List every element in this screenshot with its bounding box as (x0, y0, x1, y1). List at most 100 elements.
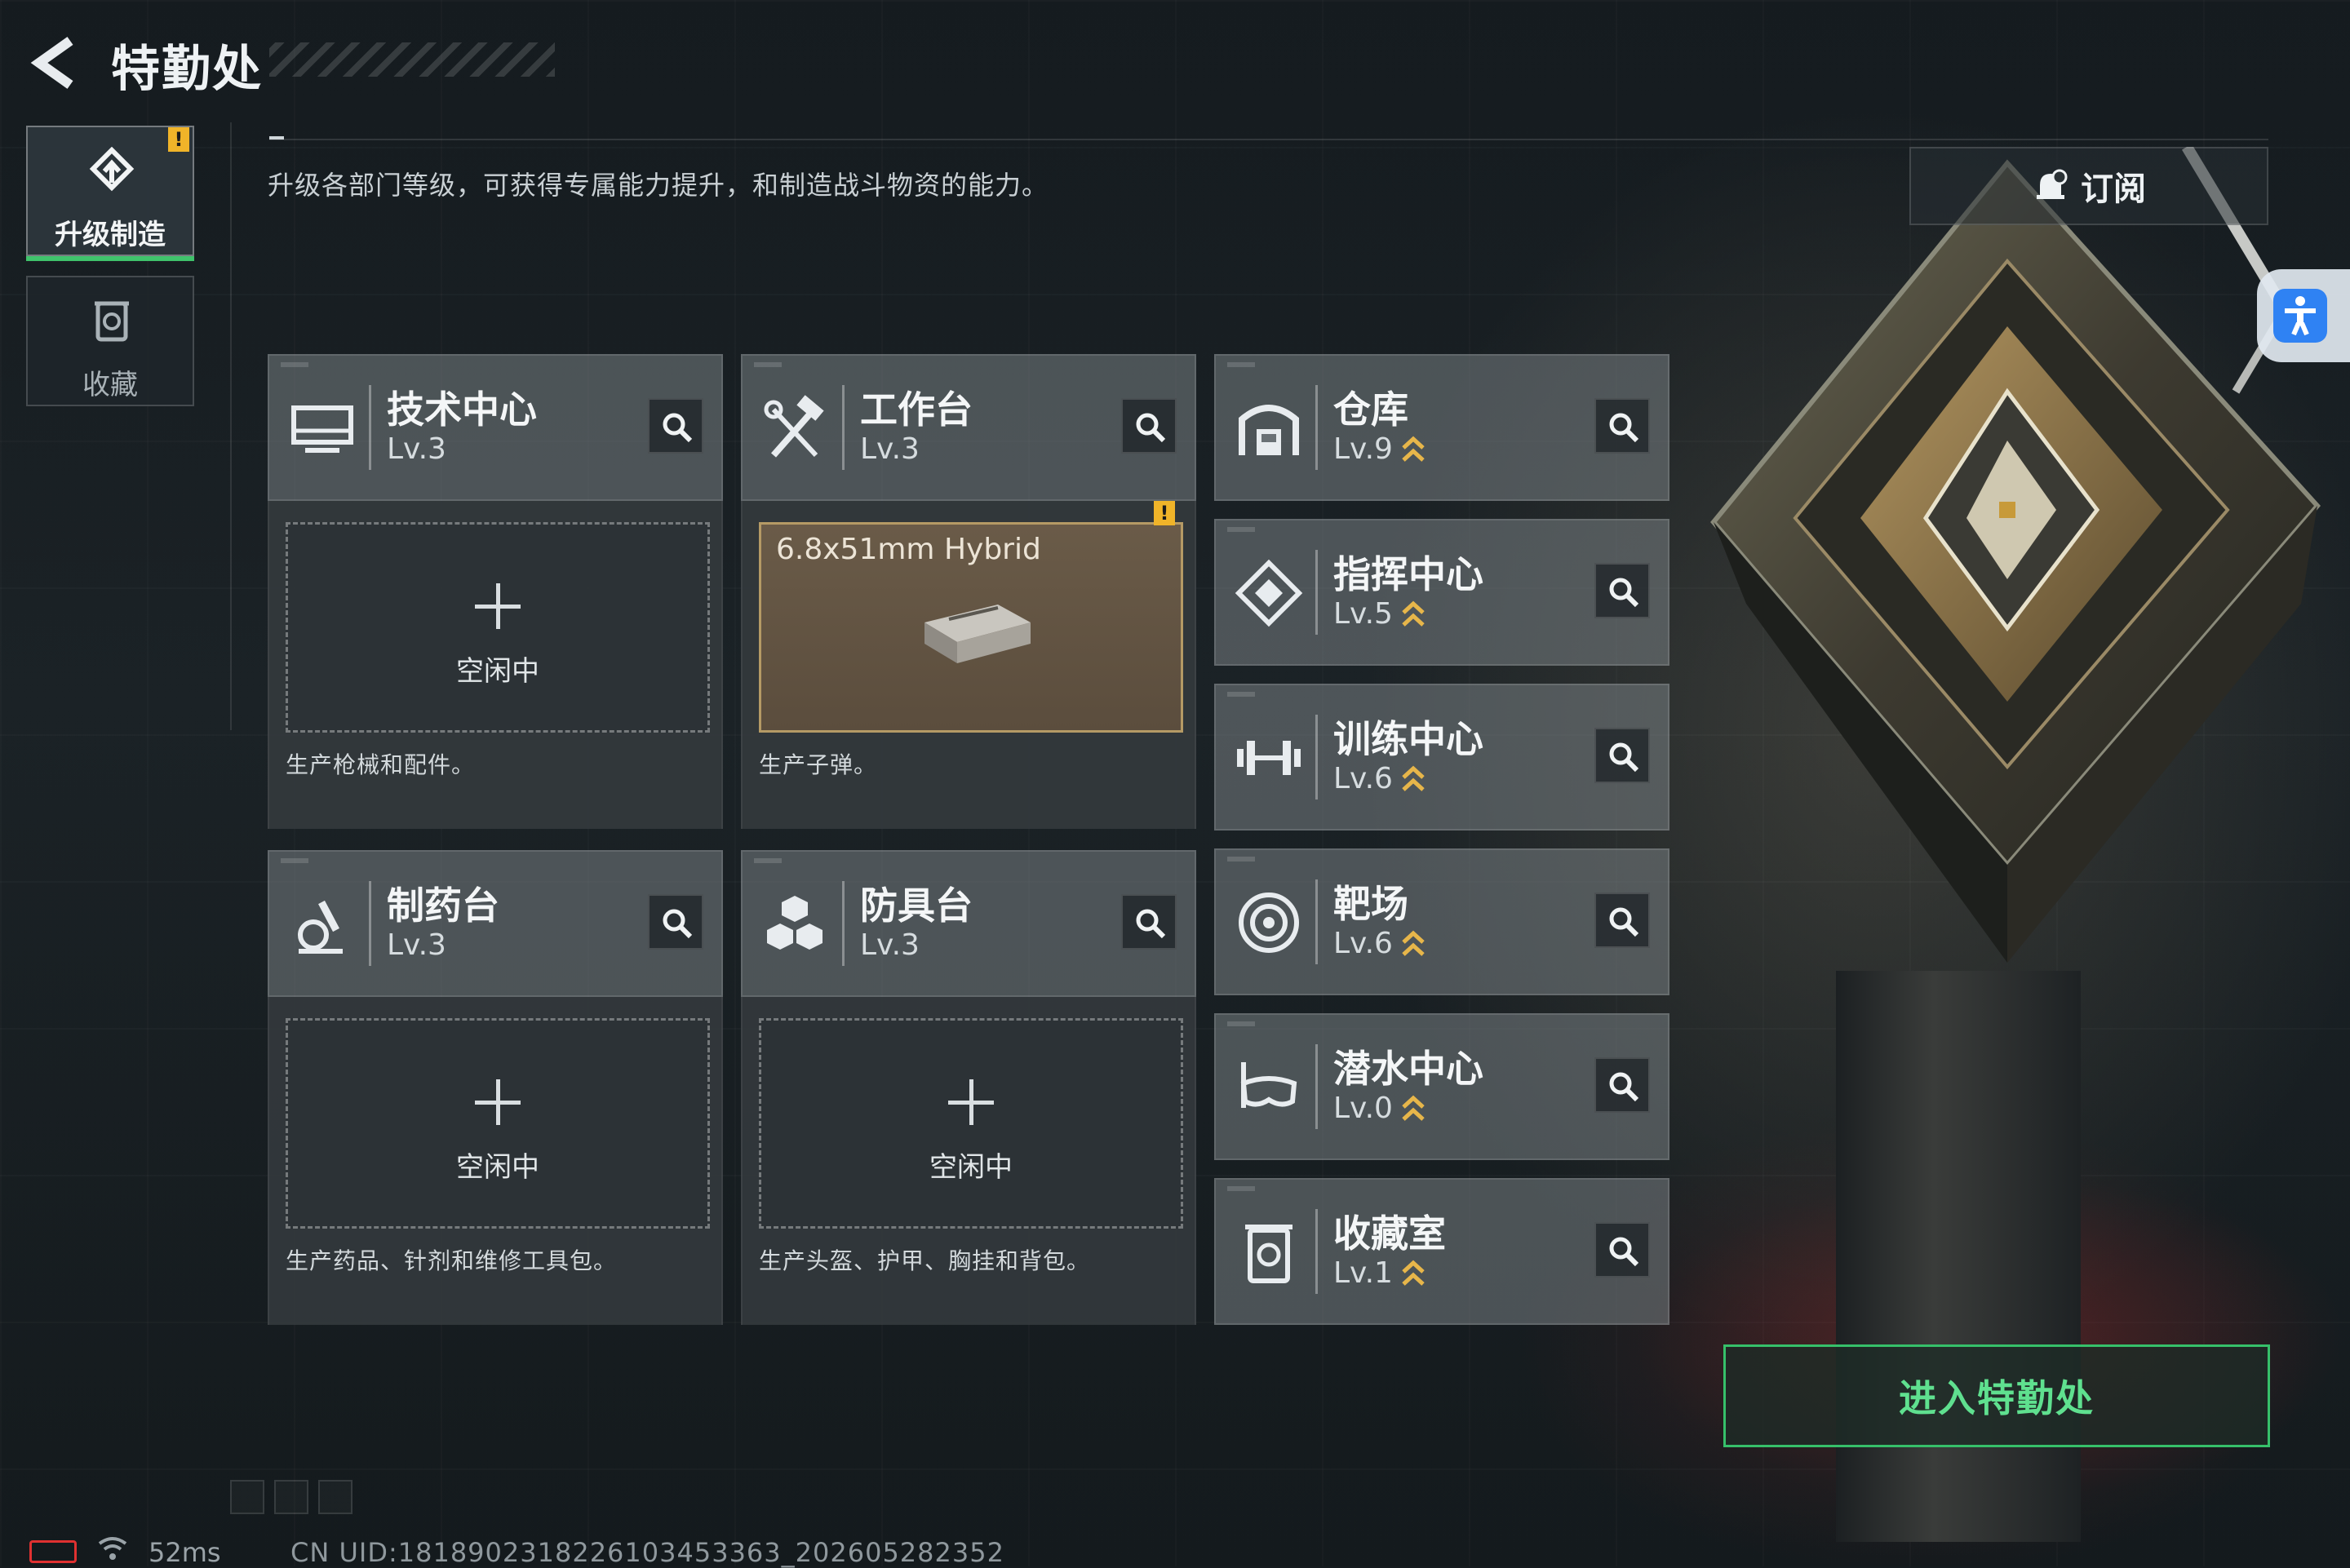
header-divider (269, 139, 2268, 140)
search-icon (1136, 413, 1166, 443)
station-panel-workbench: 6.8x51mm Hybrid ! 生产子弹。 (741, 501, 1196, 829)
search-icon (1609, 578, 1639, 608)
station-card-diving-center[interactable]: 潜水中心 Lv.0 (1214, 1013, 1669, 1160)
inspect-button[interactable] (1594, 398, 1650, 454)
inspect-button[interactable] (1594, 728, 1650, 783)
station-panel-armor-bench: 空闲中 生产头盔、护甲、胸挂和背包。 (741, 997, 1196, 1325)
station-card-warehouse[interactable]: 仓库 Lv.9 (1214, 354, 1669, 501)
subscribe-button[interactable]: 订阅 (1909, 147, 2268, 225)
upgrade-available-icon (1402, 600, 1425, 627)
collection-jar-icon (1245, 1225, 1292, 1283)
content-rail (230, 122, 232, 730)
card-separator (1315, 550, 1318, 635)
card-separator (1315, 385, 1318, 470)
card-separator (369, 881, 371, 966)
card-ticker (1227, 1021, 1255, 1026)
station-name: 技术中心 (387, 388, 537, 432)
ammo-box-icon (924, 605, 1031, 663)
monitor-icon (291, 405, 353, 453)
station-level-row: Lv.6 (1333, 762, 1426, 795)
card-ticker (754, 858, 782, 863)
inspect-button[interactable] (1594, 1222, 1650, 1278)
production-slot-empty[interactable]: 空闲中 (759, 1018, 1183, 1229)
title-decoration (269, 42, 555, 77)
station-level: Lv.3 (860, 928, 920, 962)
inspect-button[interactable] (648, 894, 703, 950)
station-level-row: Lv.3 (860, 928, 920, 962)
diving-mask-icon (1240, 1062, 1297, 1108)
upgrade-available-icon (1402, 765, 1425, 791)
inspect-button[interactable] (648, 398, 703, 454)
decorative-squares (230, 1480, 352, 1514)
card-separator (1315, 715, 1318, 800)
alert-badge: ! (1154, 501, 1175, 525)
production-slot-empty[interactable]: 空闲中 (286, 522, 710, 733)
tab-upgrade-craft[interactable]: 升级制造 ! (26, 126, 194, 261)
inspect-button[interactable] (1594, 1057, 1650, 1113)
search-icon (1609, 1237, 1639, 1267)
inspect-button[interactable] (1121, 894, 1177, 950)
card-ticker (1227, 692, 1255, 697)
alert-badge: ! (168, 127, 189, 152)
station-card-command-center[interactable]: 指挥中心 Lv.5 (1214, 519, 1669, 666)
card-ticker (1227, 857, 1255, 862)
back-arrow-icon[interactable] (28, 34, 85, 91)
production-slot-active[interactable]: 6.8x51mm Hybrid (759, 522, 1183, 733)
wifi-icon (98, 1537, 127, 1560)
station-card-workbench[interactable]: 工作台 Lv.3 (741, 354, 1196, 501)
station-level: Lv.6 (1333, 762, 1393, 795)
slot-status: 空闲中 (929, 1151, 1013, 1184)
card-separator (1315, 1044, 1318, 1129)
station-card-pharmacy[interactable]: 制药台 Lv.3 (268, 850, 723, 997)
station-level: Lv.0 (1333, 1092, 1393, 1125)
station-card-tech-center[interactable]: 技术中心 Lv.3 (268, 354, 723, 501)
station-level-row: Lv.6 (1333, 927, 1426, 960)
station-level-row: Lv.9 (1333, 432, 1426, 466)
hammer-wrench-icon (764, 395, 824, 458)
card-ticker (1227, 527, 1255, 532)
station-name: 收藏室 (1333, 1211, 1446, 1256)
search-icon (1609, 413, 1639, 443)
station-card-armor-bench[interactable]: 防具台 Lv.3 (741, 850, 1196, 997)
card-separator (842, 385, 845, 470)
plus-icon (948, 1079, 994, 1125)
crafting-item-name: 6.8x51mm Hybrid (776, 533, 1041, 566)
station-name: 制药台 (387, 884, 499, 928)
inspect-button[interactable] (1594, 563, 1650, 618)
production-slot-empty[interactable]: 空闲中 (286, 1018, 710, 1229)
station-level: Lv.9 (1333, 432, 1393, 466)
upgrade-available-icon (1402, 436, 1425, 462)
tab-collection[interactable]: 收藏 (26, 276, 194, 406)
page-title: 特勤处 (111, 41, 263, 98)
plus-icon (475, 1079, 521, 1125)
card-separator (369, 385, 371, 470)
station-description: 生产子弹。 (759, 751, 878, 778)
slot-status: 空闲中 (456, 655, 539, 688)
battery-icon (29, 1540, 77, 1563)
search-icon (663, 413, 693, 443)
upgrade-available-icon (1402, 1095, 1425, 1121)
header-divider-mark (269, 136, 284, 140)
station-card-collection-room[interactable]: 收藏室 Lv.1 (1214, 1178, 1669, 1325)
station-level-row: Lv.5 (1333, 597, 1426, 631)
search-icon (1609, 742, 1639, 773)
station-card-training-center[interactable]: 训练中心 Lv.6 (1214, 684, 1669, 831)
search-icon (1609, 907, 1639, 937)
active-tab-indicator (26, 256, 194, 261)
ping-indicator: 52ms (149, 1537, 221, 1568)
station-name: 工作台 (860, 388, 973, 432)
station-card-shooting-range[interactable]: 靶场 Lv.6 (1214, 848, 1669, 995)
slot-status: 空闲中 (456, 1151, 539, 1184)
card-separator (842, 881, 845, 966)
inspect-button[interactable] (1594, 893, 1650, 948)
storage-icon (1239, 405, 1299, 455)
enter-special-ops-button[interactable]: 进入特勤处 (1723, 1344, 2270, 1447)
accessibility-button[interactable] (2257, 269, 2350, 362)
enter-button-label: 进入特勤处 (1899, 1376, 2095, 1420)
page-description: 升级各部门等级，可获得专属能力提升，和制造战斗物资的能力。 (268, 170, 1049, 201)
station-level: Lv.3 (387, 928, 446, 962)
station-level: Lv.5 (1333, 597, 1393, 631)
station-level: Lv.1 (1333, 1256, 1393, 1290)
inspect-button[interactable] (1121, 398, 1177, 454)
dumbbell-icon (1237, 741, 1301, 775)
